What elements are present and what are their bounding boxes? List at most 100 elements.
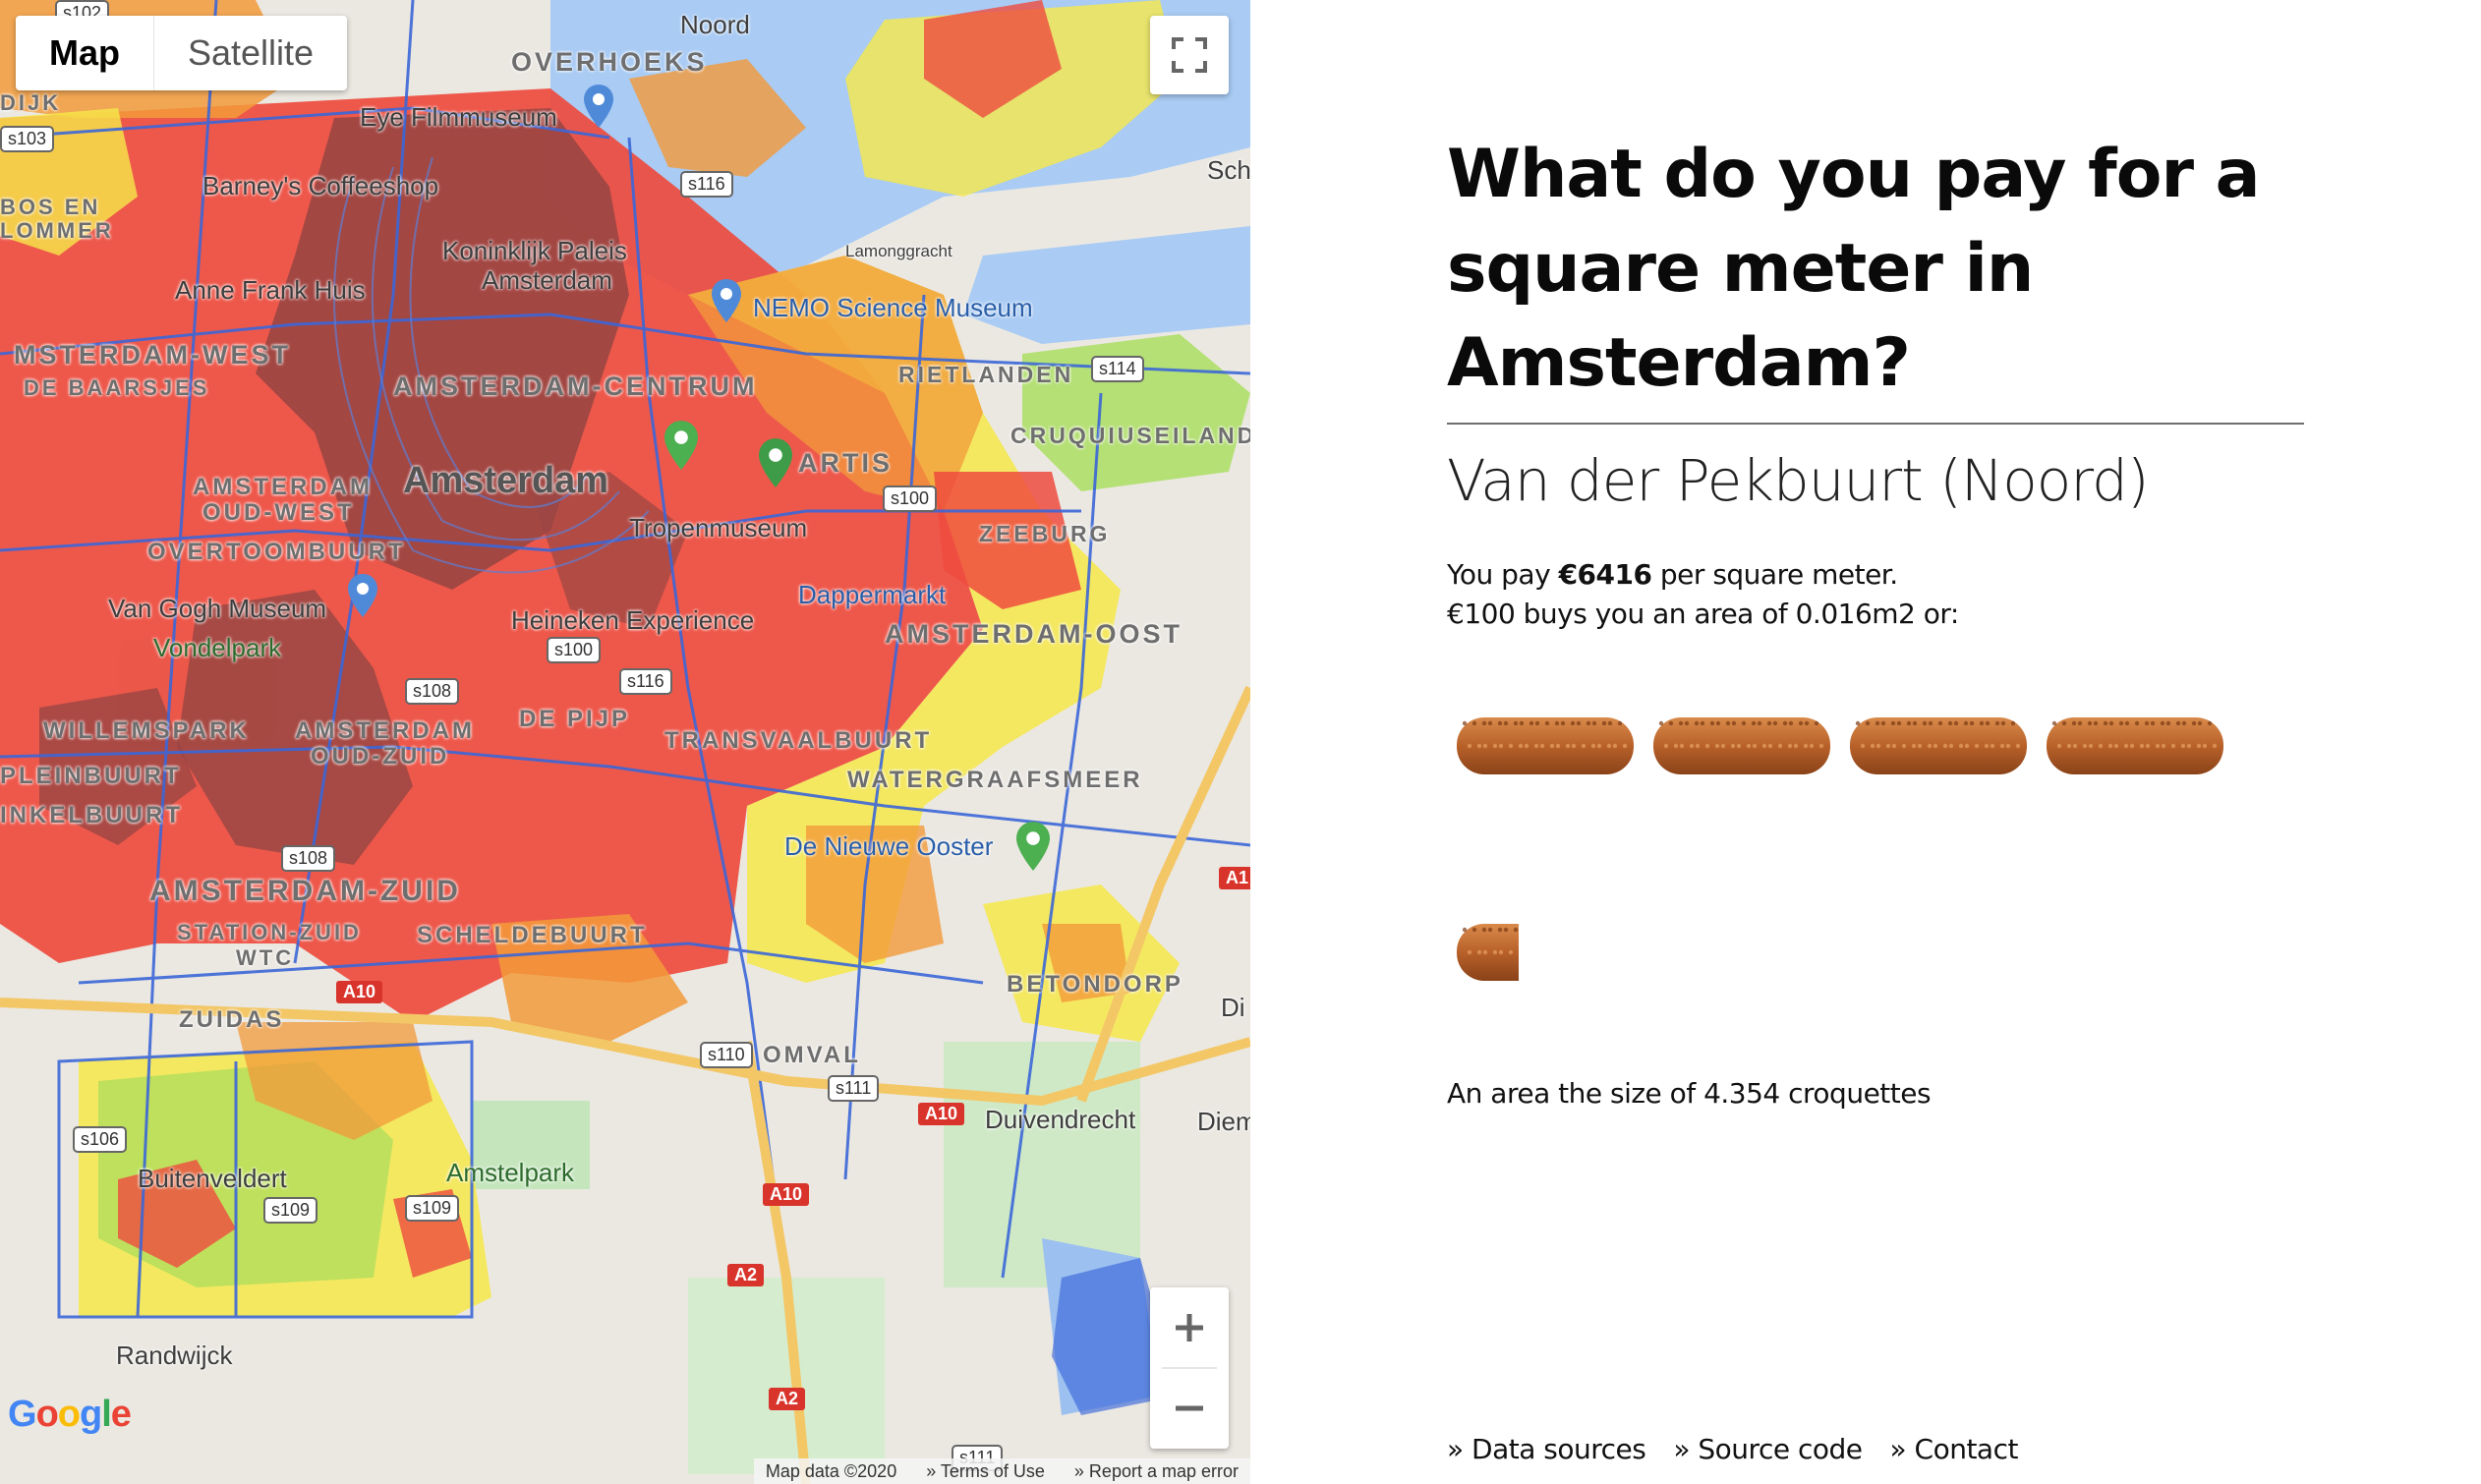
road-shield: s116 <box>619 668 672 695</box>
map-label-di: Di <box>1221 993 1245 1022</box>
map-label-buitenveldert: Buitenveldert <box>138 1164 287 1193</box>
map-label-randwijck: Randwijck <box>116 1341 233 1370</box>
map-label-annefrank: Anne Frank Huis <box>175 275 366 305</box>
map-label-lommer: LOMMER <box>0 218 114 243</box>
info-panel: What do you pay for a square meter in Am… <box>1447 0 2430 1484</box>
map-label-zeeburg: ZEEBURG <box>979 521 1111 546</box>
map-label-sch: Sch <box>1207 155 1250 185</box>
map-type-satellite-button[interactable]: Satellite <box>154 16 347 90</box>
footer-links: » Data sources » Source code » Contact <box>1447 1433 2018 1465</box>
map-label-centrum: AMSTERDAM-CENTRUM <box>393 371 758 401</box>
map-label-wtc: WTC <box>236 945 295 970</box>
report-map-error-link[interactable]: » Report a map error <box>1074 1458 1239 1484</box>
map-label-cruquius: CRUQUIUSEILAND <box>1010 423 1250 448</box>
map-label-vangogh: Van Gogh Museum <box>108 594 327 623</box>
fullscreen-icon <box>1172 37 1207 73</box>
road-shield: s103 <box>0 126 55 152</box>
road-shield: s114 <box>1091 356 1144 382</box>
road-shield: s106 <box>73 1126 128 1153</box>
price-value: €6416 <box>1558 558 1652 591</box>
map-label-paleis-2: Amsterdam <box>482 265 612 295</box>
road-shield: s100 <box>883 485 938 512</box>
road-shield: s109 <box>263 1197 318 1224</box>
map-label-eye: Eye Filmmuseum <box>360 102 557 132</box>
map-data-credit: Map data ©2020 <box>765 1461 897 1481</box>
road-shield: s111 <box>828 1075 880 1102</box>
map-label-pleinbuurt: PLEINBUURT <box>0 763 182 789</box>
map-label-overtoom: OVERTOOMBUURT <box>147 539 406 565</box>
museum-pin-icon[interactable] <box>712 279 741 322</box>
google-logo[interactable]: Google <box>8 1394 132 1436</box>
zoom-out-button[interactable] <box>1150 1369 1229 1448</box>
map-label-oudwest-1: AMSTERDAM <box>193 474 373 500</box>
motorway-shield: A10 <box>918 1103 965 1125</box>
map-label-overhoeks: OVERHOEKS <box>511 47 708 77</box>
data-sources-link[interactable]: » Data sources <box>1447 1433 1646 1465</box>
map-label-omval: OMVAL <box>763 1042 861 1068</box>
map-attribution: Map data ©2020 » Terms of Use » Report a… <box>753 1458 1250 1484</box>
map-label-watergraafsmeer: WATERGRAAFSMEER <box>847 767 1143 793</box>
cemetery-pin-icon[interactable] <box>1016 822 1050 871</box>
road-shield: s100 <box>547 637 602 663</box>
map-label-nieuweooster: De Nieuwe Ooster <box>784 831 994 861</box>
croquette-icon <box>2047 717 2223 774</box>
map-label-tropen: Tropenmuseum <box>629 513 808 542</box>
title-divider <box>1447 423 2304 425</box>
road-shield: s116 <box>680 171 733 198</box>
terms-of-use-link[interactable]: » Terms of Use <box>926 1458 1045 1484</box>
plus-icon <box>1176 1314 1203 1341</box>
map-label-west: MSTERDAM-WEST <box>14 340 291 370</box>
road-shield: s110 <box>700 1042 753 1068</box>
zoo-pin-icon[interactable] <box>759 438 792 487</box>
map-label-nemo: NEMO Science Museum <box>753 293 1033 322</box>
price-suffix: per square meter. <box>1651 558 1898 591</box>
minus-icon <box>1176 1405 1203 1411</box>
croquette-icon <box>1850 717 2027 774</box>
page-title: What do you pay for a square meter in Am… <box>1447 136 2261 402</box>
map-label-stationzuid: STATION-ZUID <box>177 920 362 944</box>
map-label-willemspark: WILLEMSPARK <box>43 717 250 744</box>
motorway-shield: A2 <box>769 1388 806 1410</box>
map-area[interactable]: OVERHOEKS Eye Filmmuseum Barney's Coffee… <box>0 0 1250 1484</box>
croquette-icon <box>1653 717 1830 774</box>
source-code-link[interactable]: » Source code <box>1673 1433 1863 1465</box>
motorway-shield: A2 <box>727 1264 765 1286</box>
map-type-control: Map Satellite <box>16 16 348 90</box>
map-label-heineken: Heineken Experience <box>511 605 755 635</box>
map-label-lamonggracht: Lamonggracht <box>845 242 952 260</box>
map-label-duivendrecht: Duivendrecht <box>985 1105 1136 1134</box>
map-label-scheldebuurt: SCHELDEBUURT <box>417 922 648 948</box>
map-label-artis: ARTIS <box>798 448 893 478</box>
road-shield: s108 <box>281 845 336 872</box>
park-pin-icon[interactable] <box>664 421 698 470</box>
map-label-city: Amsterdam <box>403 460 609 501</box>
map-label-amstelpark: Amstelpark <box>446 1158 575 1187</box>
map-label-oudwest-2: OUD-WEST <box>202 499 355 526</box>
map-label-zuidas: ZUIDAS <box>179 1006 285 1033</box>
fullscreen-button[interactable] <box>1150 16 1229 94</box>
motorway-shield: A1 <box>1219 867 1250 889</box>
zoom-in-button[interactable] <box>1150 1288 1229 1367</box>
map-label-paleis: Koninklijk Paleis <box>442 236 627 265</box>
map-label-transvaal: TRANSVAALBUURT <box>664 727 933 754</box>
map-label-dijk: DIJK <box>0 90 62 115</box>
map-label-nkelbuurt: INKELBUURT <box>0 802 183 828</box>
map-label-oudzuid-2: OUD-ZUID <box>311 743 450 770</box>
motorway-shield: A10 <box>336 981 383 1003</box>
road-shield: s109 <box>405 1195 460 1222</box>
map-label-barneys: Barney's Coffeeshop <box>202 171 439 200</box>
map-label-zuid: AMSTERDAM-ZUID <box>149 875 461 907</box>
croquette-summary: An area the size of 4.354 croquettes <box>1447 1077 1932 1110</box>
road-shield: s108 <box>405 678 460 705</box>
map-label-baarsjes: DE BAARSJES <box>24 375 210 400</box>
map-label-bos: BOS EN <box>0 195 101 219</box>
contact-link[interactable]: » Contact <box>1889 1433 2018 1465</box>
museum-pin-icon[interactable] <box>348 574 377 617</box>
map-label-betondorp: BETONDORP <box>1007 971 1183 998</box>
map-label-diemen: Diemen-Z <box>1197 1107 1250 1136</box>
neighborhood-name: Van der Pekbuurt (Noord) <box>1447 447 2149 514</box>
map-type-map-button[interactable]: Map <box>16 16 154 90</box>
map-label-vondelpark: Vondelpark <box>153 633 282 662</box>
museum-pin-icon[interactable] <box>584 85 613 128</box>
map-label-oudzuid-1: AMSTERDAM <box>295 717 475 744</box>
